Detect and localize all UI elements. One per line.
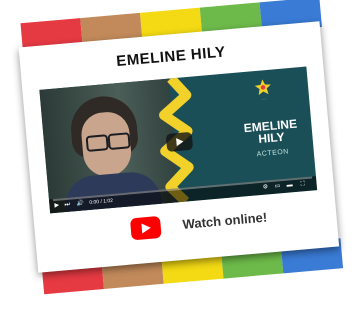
theater-mode-icon[interactable]: ▬	[286, 182, 293, 189]
logo-wordmark: ⋯	[245, 95, 283, 103]
video-overlay-subtitle: ACTEON	[218, 145, 317, 162]
youtube-play-icon[interactable]	[130, 216, 162, 241]
settings-gear-icon[interactable]: ⚙	[262, 184, 268, 191]
video-timecode: 0:00 / 1:02	[89, 198, 113, 207]
video-player[interactable]: ⋯ EMELINE HILY ACTEON ▶ ⏭ 🔊 0:00 / 1:02 …	[39, 67, 317, 214]
skip-next-icon[interactable]: ⏭	[64, 202, 70, 209]
promo-card: EMELINE HILY ⋯ EMELINE HILY ACTEON	[19, 21, 340, 272]
watch-online-link[interactable]: Watch online!	[182, 210, 268, 232]
miniplayer-icon[interactable]: ▭	[274, 183, 280, 190]
promo-card-stage: EMELINE HILY ⋯ EMELINE HILY ACTEON	[0, 0, 357, 312]
play-icon	[176, 138, 184, 147]
fullscreen-icon[interactable]: ⛶	[300, 181, 305, 188]
play-button[interactable]	[166, 132, 193, 152]
play-small-icon[interactable]: ▶	[54, 203, 59, 210]
star-logo-icon	[253, 78, 273, 98]
volume-icon[interactable]: 🔊	[76, 200, 84, 208]
video-overlay-name: EMELINE HILY	[215, 115, 317, 148]
